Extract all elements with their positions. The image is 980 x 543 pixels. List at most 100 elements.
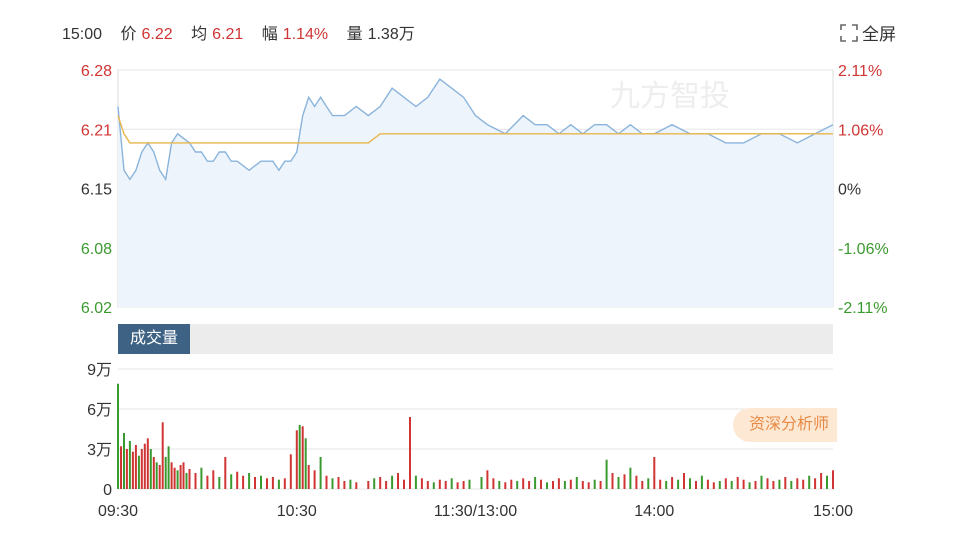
volume-bar <box>563 481 566 489</box>
volume-bar <box>349 479 352 489</box>
volume-bar <box>832 470 834 489</box>
volume-bar <box>179 465 182 489</box>
volume-bar <box>167 446 170 489</box>
percent-axis-tick: -2.11% <box>838 300 888 317</box>
volume-bar <box>120 446 122 489</box>
percent-axis-tick: -1.06% <box>838 241 889 258</box>
volume-bar <box>146 438 149 489</box>
volume-bar <box>730 481 733 489</box>
volume-axis-tick: 3万 <box>87 442 112 459</box>
volume-bar <box>552 481 554 489</box>
volume-bar <box>170 462 173 489</box>
volume-bar <box>409 417 411 489</box>
time-axis-tick: 15:00 <box>813 503 853 520</box>
volume-bar <box>826 475 828 489</box>
volume-bar <box>283 478 286 489</box>
volume-axis-tick: 9万 <box>87 362 112 379</box>
volume-bar <box>295 430 298 489</box>
volume-bar <box>706 479 709 489</box>
volume-bar <box>176 470 179 489</box>
volume-bar <box>117 383 119 489</box>
volume-bar <box>185 473 188 489</box>
volume-bar <box>161 422 164 489</box>
volume-bar <box>277 479 280 489</box>
volume-bar <box>677 479 680 489</box>
volume-bar <box>766 478 769 489</box>
volume-bar <box>367 481 370 489</box>
volume-bar <box>480 477 483 489</box>
volume-bar <box>623 474 626 489</box>
volume-bar <box>647 478 650 489</box>
percent-axis-tick: 2.11% <box>838 63 882 80</box>
volume-bar <box>355 482 358 489</box>
volume-bar <box>790 481 793 489</box>
volume-bar <box>540 479 542 489</box>
volume-bar <box>534 477 537 489</box>
volume-bar <box>683 473 685 489</box>
intraday-chart: 6.28 2.11% 6.21 1.06% 6.15 0% 6.08 -1.06% 6.02 -2… <box>81 63 889 520</box>
volume-bar <box>504 482 507 489</box>
volume-bar <box>808 475 811 489</box>
volume-bar <box>206 475 209 489</box>
volume-bar <box>611 473 614 489</box>
volume-bar <box>391 475 394 489</box>
volume-bar <box>557 478 560 489</box>
volume-bar <box>236 471 239 489</box>
volume-bar <box>754 481 757 489</box>
volume-bar <box>304 438 307 489</box>
volume-bar <box>778 479 781 489</box>
volume-bar <box>802 479 805 489</box>
volume-bar <box>125 449 128 489</box>
volume-bar <box>510 479 513 489</box>
volume-bar <box>319 457 322 489</box>
volume-bar <box>456 482 459 489</box>
volume-bar <box>218 477 221 489</box>
volume-bar <box>289 454 292 489</box>
volume-bar <box>432 482 435 489</box>
volume-bar <box>724 478 727 489</box>
volume-bar <box>492 478 495 489</box>
volume-bar <box>414 475 417 489</box>
volume-axis-tick: 0 <box>103 482 112 499</box>
volume-bar <box>659 479 662 489</box>
volume-bar <box>137 455 140 489</box>
volume-bar <box>712 482 715 489</box>
volume-bar <box>420 478 423 489</box>
volume-bar <box>814 478 817 489</box>
volume-bar <box>581 481 584 489</box>
volume-bar <box>337 477 340 489</box>
analyst-promo-button[interactable]: 资深分析师 <box>733 408 837 442</box>
volume-bar <box>152 457 155 489</box>
volume-bar <box>373 478 376 489</box>
percent-axis-tick: 0% <box>838 182 861 199</box>
volume-bar <box>718 481 721 489</box>
volume-bar <box>403 479 405 489</box>
volume-bar <box>641 481 644 489</box>
volume-bar <box>158 465 161 489</box>
volume-bar <box>635 475 638 489</box>
volume-bar <box>149 449 152 489</box>
volume-bar <box>301 426 304 489</box>
volume-bar <box>522 478 525 489</box>
volume-bar <box>397 473 399 489</box>
volume-bar <box>498 481 501 489</box>
volume-bar <box>200 467 203 489</box>
volume-bar <box>128 441 131 489</box>
volume-bar <box>587 482 590 489</box>
volume-bar <box>438 479 441 489</box>
volume-axis-tick: 6万 <box>87 402 112 419</box>
volume-bar <box>325 475 328 489</box>
price-axis-tick: 6.21 <box>81 122 112 139</box>
volume-bar <box>307 465 310 489</box>
volume-bar <box>784 477 787 489</box>
volume-bar <box>772 481 775 489</box>
volume-bar <box>164 457 167 489</box>
volume-tab[interactable]: 成交量 <box>118 324 191 354</box>
volume-bar <box>748 482 751 489</box>
volume-bar <box>242 475 245 489</box>
volume-bar <box>212 470 215 489</box>
volume-bar <box>700 475 703 489</box>
volume-bar <box>298 425 301 489</box>
price-axis-tick: 6.15 <box>81 182 112 199</box>
volume-bar <box>486 470 489 489</box>
